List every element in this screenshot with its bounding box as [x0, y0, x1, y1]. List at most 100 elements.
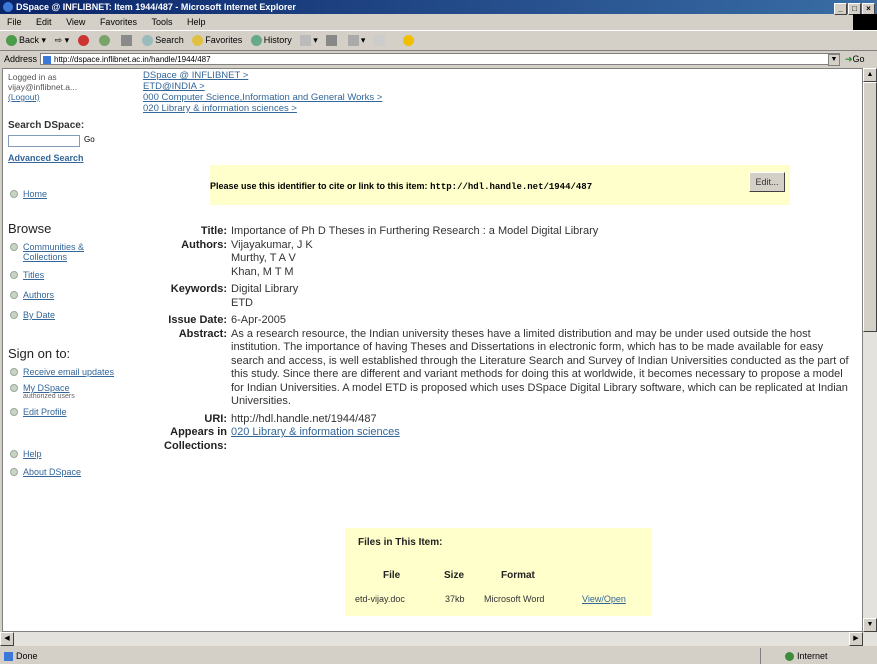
- search-go-button[interactable]: Go: [84, 135, 95, 144]
- issue-date-row: Issue Date: 6-Apr-2005: [143, 310, 862, 328]
- stop-button[interactable]: [77, 31, 91, 50]
- page-icon: [43, 55, 51, 64]
- favorites-icon: [192, 35, 204, 47]
- breadcrumb-link[interactable]: 000 Computer Science,Information and Gen…: [143, 92, 382, 103]
- cite-box: Please use this identifier to cite or li…: [210, 165, 790, 205]
- menu-view[interactable]: View: [66, 17, 85, 27]
- view-open-link[interactable]: View/Open: [582, 594, 626, 604]
- scroll-left-icon[interactable]: ◀: [0, 632, 14, 646]
- keywords-value: Digital Library ETD: [231, 279, 862, 310]
- edit-button[interactable]: Edit...: [749, 172, 785, 192]
- scroll-up-icon[interactable]: ▲: [863, 68, 877, 82]
- sidebar-item-receive-email[interactable]: Receive email updates: [8, 367, 120, 377]
- scroll-thumb[interactable]: [863, 82, 877, 332]
- sidebar-item-about[interactable]: About DSpace: [8, 467, 120, 477]
- menu-bar: File Edit View Favorites Tools Help: [0, 14, 877, 31]
- window-title: DSpace @ INFLIBNET: Item 1944/487 - Micr…: [16, 2, 296, 12]
- breadcrumb: DSpace @ INFLIBNET > ETD@INDIA > 000 Com…: [143, 70, 862, 114]
- breadcrumb-link[interactable]: ETD@INDIA >: [143, 81, 205, 92]
- home-icon: [120, 35, 132, 47]
- item-metadata: Title: Importance of Ph D Theses in Furt…: [143, 225, 862, 453]
- history-button[interactable]: History: [250, 31, 292, 50]
- file-format: Microsoft Word: [484, 594, 545, 604]
- bullet-icon: [10, 384, 18, 392]
- title-row: Title: Importance of Ph D Theses in Furt…: [143, 225, 862, 239]
- back-arrow-icon: [6, 35, 17, 47]
- file-size: 37kb: [445, 594, 465, 604]
- collection-link[interactable]: 020 Library & information sciences: [231, 426, 400, 438]
- search-button[interactable]: Search: [142, 31, 184, 50]
- address-dropdown-icon[interactable]: ▼: [828, 54, 840, 66]
- menu-file[interactable]: File: [7, 17, 22, 27]
- files-box: Files in This Item: File Size Format etd…: [345, 528, 652, 616]
- bullet-icon: [10, 408, 18, 416]
- sidebar-item-edit-profile[interactable]: Edit Profile: [8, 407, 120, 417]
- vertical-scrollbar[interactable]: ▲ ▼: [863, 68, 877, 632]
- sidebar-item-titles[interactable]: Titles: [8, 270, 120, 280]
- author: Khan, M T M: [231, 265, 294, 278]
- menu-edit[interactable]: Edit: [36, 17, 52, 27]
- cite-text: Please use this identifier to cite or li…: [210, 181, 593, 192]
- back-button[interactable]: Back ▾: [6, 31, 46, 50]
- issue-date-value: 6-Apr-2005: [231, 314, 287, 326]
- address-url: http://dspace.inflibnet.ac.in/handle/194…: [54, 55, 211, 64]
- sidebar-item-home[interactable]: Home: [8, 189, 120, 199]
- discuss-button[interactable]: [373, 31, 387, 50]
- search-icon: [142, 35, 154, 47]
- main-content: DSpace @ INFLIBNET > ETD@INDIA > 000 Com…: [143, 69, 862, 616]
- menu-favorites[interactable]: Favorites: [100, 17, 137, 27]
- status-done: Done: [4, 648, 38, 664]
- print-button[interactable]: [326, 31, 339, 50]
- abstract-row: Abstract: As a research resource, the In…: [143, 327, 862, 409]
- sidebar-item-my-dspace[interactable]: My DSpace authorized users: [8, 383, 120, 401]
- sidebar-item-authors[interactable]: Authors: [8, 290, 120, 300]
- scroll-right-icon[interactable]: ▶: [849, 632, 863, 646]
- address-input[interactable]: http://dspace.inflibnet.ac.in/handle/194…: [40, 53, 840, 65]
- authors-label: Authors:: [181, 238, 227, 251]
- window-titlebar: DSpace @ INFLIBNET: Item 1944/487 - Micr…: [0, 0, 877, 15]
- edit-page-button[interactable]: ▾: [347, 31, 365, 50]
- browse-heading: Browse: [8, 221, 52, 236]
- authors-row: Authors: Vijayakumar, J K Murthy, T A V …: [143, 238, 862, 280]
- horizontal-scrollbar[interactable]: ◀ ▶: [0, 632, 877, 646]
- sidebar-item-communities[interactable]: Communities & Collections: [8, 242, 120, 262]
- title-value: Importance of Ph D Theses in Furthering …: [231, 225, 599, 237]
- uri-value: http://hdl.handle.net/1944/487: [231, 412, 377, 425]
- mail-button[interactable]: ▾: [300, 31, 318, 50]
- home-button[interactable]: [120, 31, 134, 50]
- logged-in-text: Logged in as vijay@inflibnet.a... (Logou…: [8, 72, 78, 102]
- author: Murthy, T A V: [231, 252, 296, 264]
- windows-logo-icon: [853, 14, 877, 30]
- files-title: Files in This Item:: [358, 537, 443, 548]
- forward-button[interactable]: ⇨ ▾: [55, 31, 70, 50]
- abstract-label: Abstract:: [178, 327, 227, 340]
- refresh-icon: [99, 35, 111, 47]
- signon-heading: Sign on to:: [8, 346, 71, 361]
- search-input[interactable]: [8, 135, 80, 147]
- menu-help[interactable]: Help: [187, 17, 206, 27]
- history-icon: [250, 35, 262, 47]
- breadcrumb-link[interactable]: 020 Library & information sciences >: [143, 103, 297, 114]
- breadcrumb-link[interactable]: DSpace @ INFLIBNET >: [143, 70, 248, 81]
- go-button[interactable]: ➜Go: [845, 51, 865, 68]
- sidebar-item-by-date[interactable]: By Date: [8, 310, 120, 320]
- messenger-button[interactable]: [403, 31, 416, 50]
- discuss-icon: [373, 35, 385, 47]
- advanced-search-link[interactable]: Advanced Search: [8, 153, 120, 163]
- authors-value: Vijayakumar, J K Murthy, T A V Khan, M T…: [231, 238, 862, 280]
- sidebar-item-help[interactable]: Help: [8, 449, 120, 459]
- stop-icon: [77, 35, 89, 47]
- sidebar: Logged in as vijay@inflibnet.a... (Logou…: [8, 69, 120, 477]
- collections-row: Appears in Collections: 020 Library & inf…: [143, 426, 862, 453]
- uri-label: URI:: [204, 412, 227, 425]
- keywords-row: Keywords: Digital Library ETD: [143, 279, 862, 310]
- menu-tools[interactable]: Tools: [151, 17, 172, 27]
- address-bar: Address http://dspace.inflibnet.ac.in/ha…: [0, 51, 877, 68]
- scroll-down-icon[interactable]: ▼: [863, 618, 877, 632]
- logout-link[interactable]: (Logout): [8, 92, 40, 102]
- toolbar: Back ▾ ⇨ ▾ Search Favorites History ▾ ▾: [0, 31, 877, 51]
- author: Vijayakumar, J K: [231, 238, 313, 251]
- refresh-button[interactable]: [99, 31, 112, 50]
- bullet-icon: [10, 271, 18, 279]
- favorites-button[interactable]: Favorites: [192, 31, 242, 50]
